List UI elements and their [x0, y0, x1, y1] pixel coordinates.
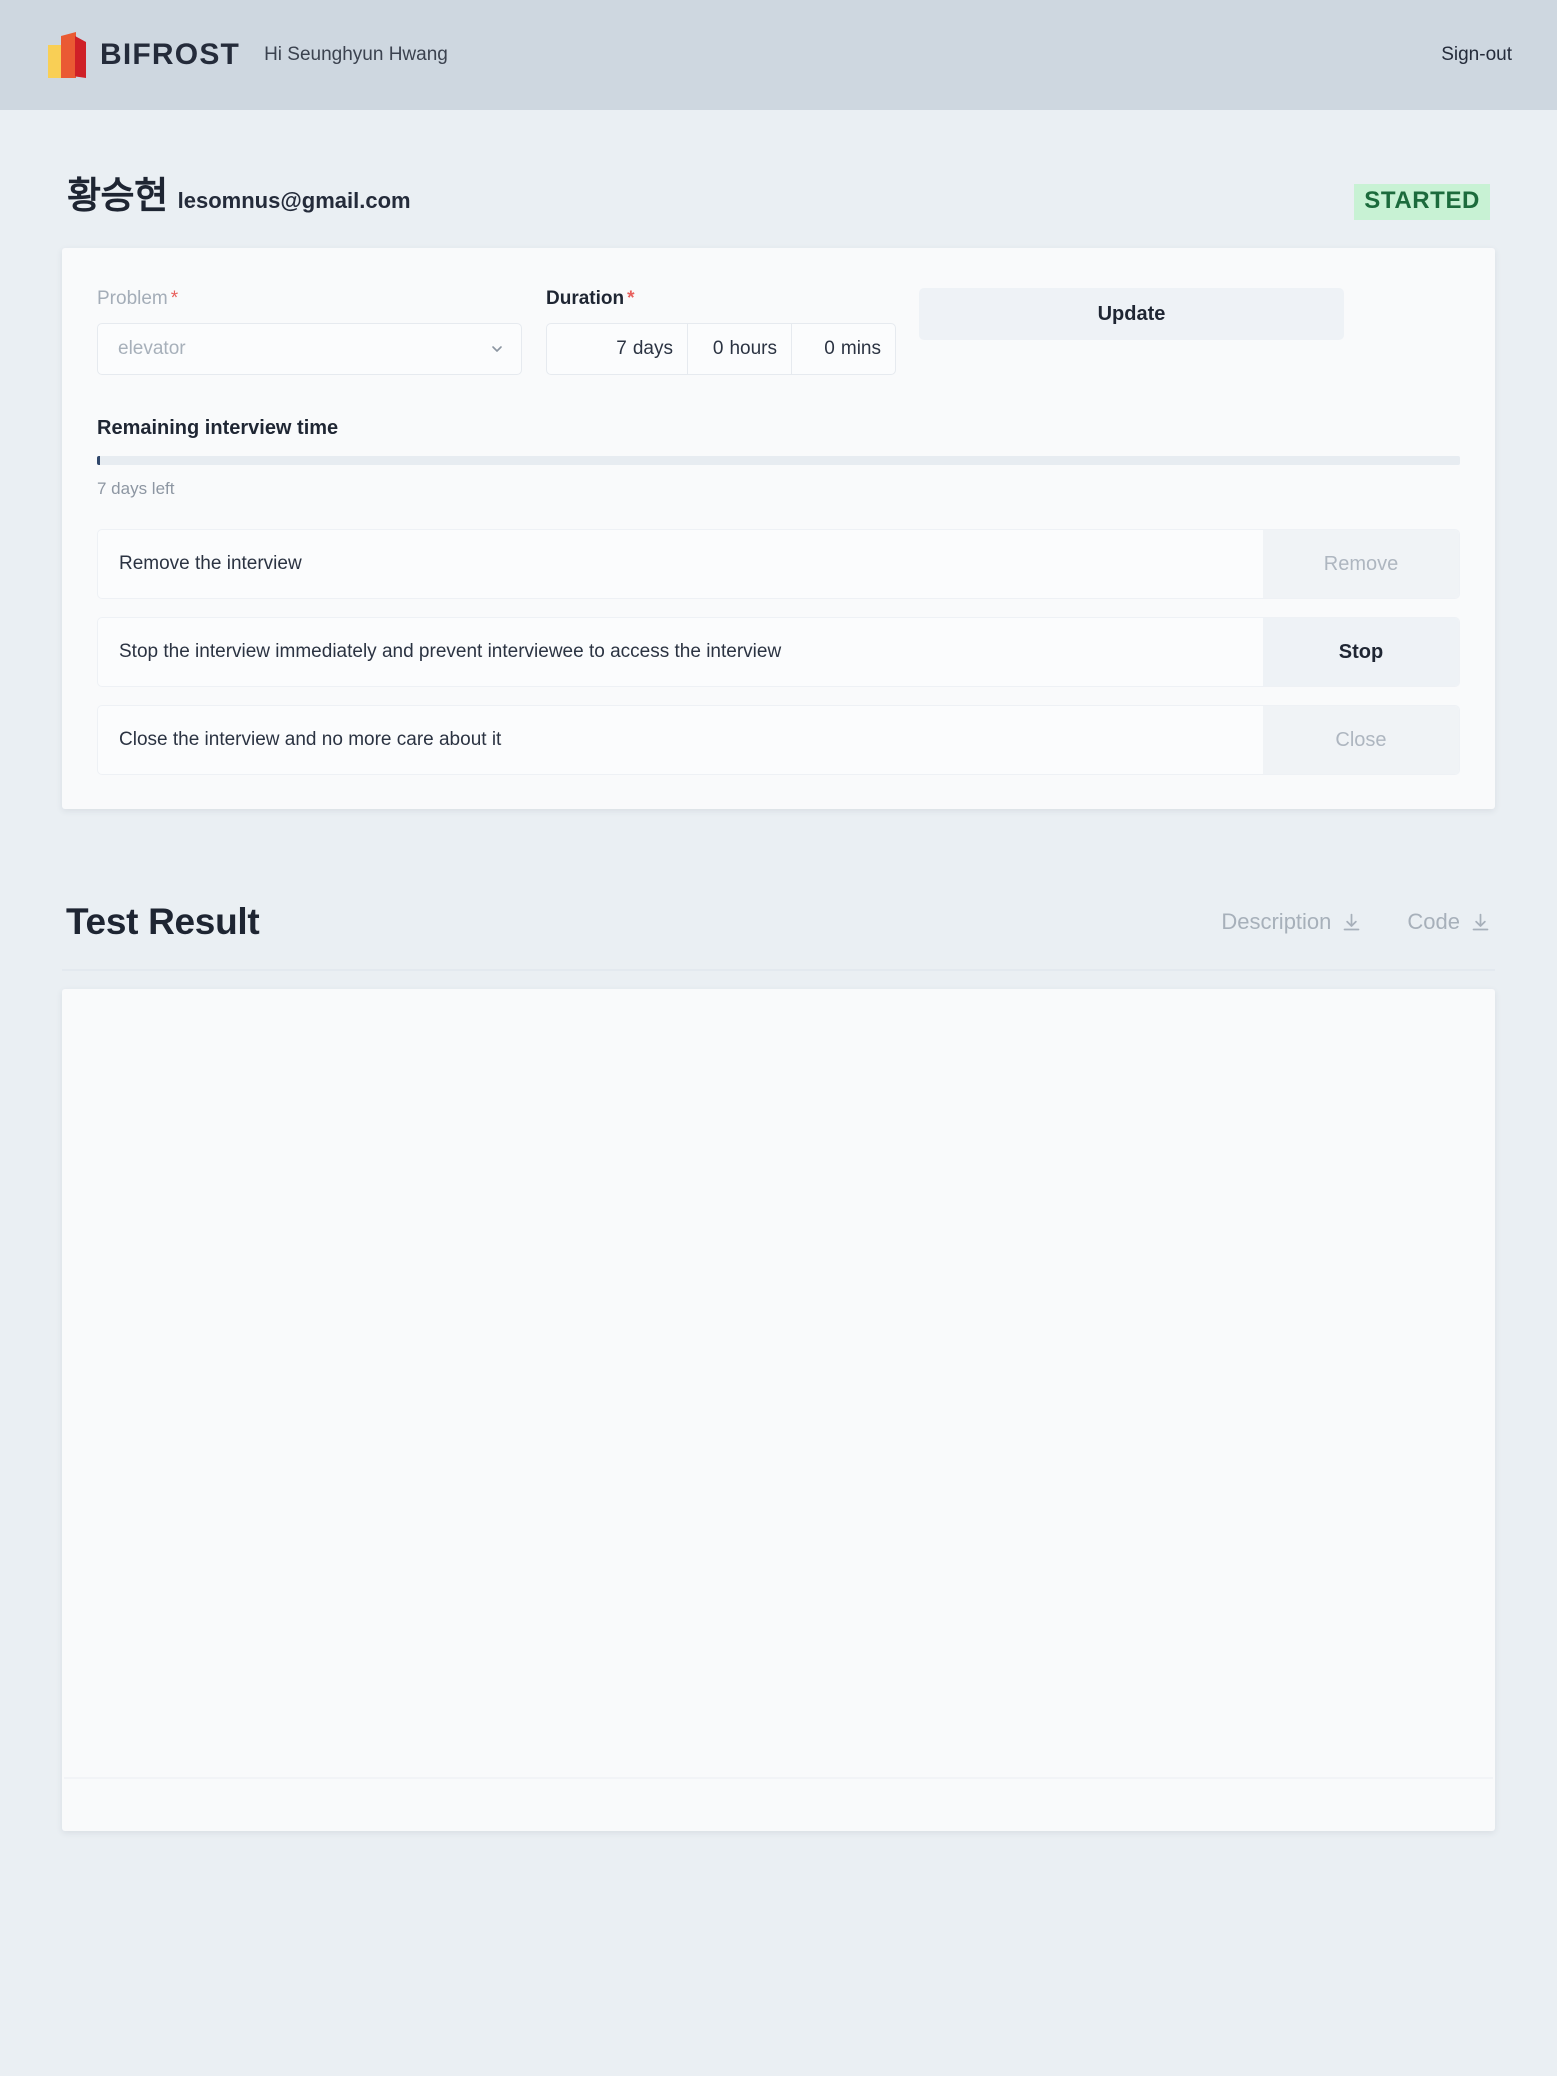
- duration-days-input[interactable]: 7 days: [547, 324, 687, 374]
- problem-required-mark: *: [170, 288, 179, 309]
- chevron-down-icon: [492, 346, 502, 352]
- interviewee-identity: 황승현 lesomnus@gmail.com STARTED: [62, 110, 1495, 220]
- user-greeting: Hi Seunghyun Hwang: [264, 44, 448, 65]
- problem-label: Problem *: [97, 288, 179, 309]
- stop-button[interactable]: Stop: [1263, 618, 1459, 686]
- download-code-label: Code: [1407, 909, 1460, 934]
- test-result-panel: [62, 989, 1495, 1831]
- download-description-link[interactable]: Description: [1221, 909, 1362, 935]
- download-code-link[interactable]: Code: [1407, 909, 1491, 935]
- duration-mins-input[interactable]: 0 mins: [791, 324, 895, 374]
- interviewee-name: 황승현: [67, 175, 168, 216]
- duration-hours-input[interactable]: 0 hours: [687, 324, 791, 374]
- action-row-close: Close the interview and no more care abo…: [97, 705, 1460, 775]
- test-result-title: Test Result: [66, 901, 260, 942]
- status-badge: STARTED: [1354, 184, 1490, 220]
- duration-required-mark: *: [627, 288, 635, 309]
- download-icon: [1344, 913, 1360, 930]
- duration-mins-unit: mins: [840, 338, 881, 359]
- remaining-time-progress-fill: [97, 456, 100, 465]
- problem-select[interactable]: elevator: [97, 323, 522, 375]
- interviewee-email: lesomnus@gmail.com: [177, 188, 411, 213]
- bifrost-logo-icon: [48, 32, 86, 78]
- brand-name: BIFROST: [100, 38, 241, 71]
- brand-logo[interactable]: BIFROST: [48, 32, 240, 78]
- duration-mins-value: 0: [824, 338, 835, 359]
- problem-field-group: Problem * elevator: [97, 288, 522, 375]
- action-remove-text: Remove the interview: [119, 553, 302, 574]
- remaining-time-note: 7 days left: [97, 479, 175, 498]
- interview-actions-list: Remove the interview Remove Stop the int…: [97, 529, 1460, 775]
- sign-out-button[interactable]: Sign-out: [1441, 44, 1512, 66]
- duration-field-group: Duration * 7 days 0 hours 0 mins: [546, 288, 896, 375]
- duration-hours-value: 0: [712, 338, 724, 359]
- duration-days-value: 7: [616, 338, 627, 359]
- duration-days-unit: days: [632, 338, 673, 359]
- remaining-time-title: Remaining interview time: [97, 417, 339, 439]
- page-content: 황승현 lesomnus@gmail.com STARTED Problem * …: [0, 110, 1557, 1831]
- problem-select-value: elevator: [118, 338, 186, 359]
- remove-button[interactable]: Remove: [1263, 530, 1459, 598]
- download-description-label: Description: [1221, 909, 1332, 934]
- top-navigation-bar: BIFROST Hi Seunghyun Hwang Sign-out: [0, 0, 1557, 110]
- duration-input-group: 7 days 0 hours 0 mins: [546, 323, 896, 375]
- test-result-download-links: Description Code: [1221, 909, 1491, 943]
- close-button[interactable]: Close: [1263, 706, 1459, 774]
- interview-settings-card: Problem * elevator Duration * 7 days 0 hours: [62, 248, 1495, 809]
- duration-hours-unit: hours: [729, 338, 777, 359]
- duration-label: Duration *: [546, 288, 635, 309]
- interview-form-row: Problem * elevator Duration * 7 days 0 hours: [97, 288, 1460, 375]
- action-close-text: Close the interview and no more care abo…: [119, 729, 502, 750]
- test-result-inner-divider: [64, 1777, 1493, 1779]
- update-button[interactable]: Update: [919, 288, 1344, 340]
- download-icon: [1472, 913, 1489, 930]
- action-row-remove: Remove the interview Remove: [97, 529, 1460, 599]
- test-result-header: Test Result Description Code: [62, 901, 1495, 943]
- remaining-time-progress-bar: [97, 456, 1460, 465]
- action-stop-text: Stop the interview immediately and preve…: [119, 641, 782, 662]
- action-row-stop: Stop the interview immediately and preve…: [97, 617, 1460, 687]
- test-result-divider: [62, 969, 1495, 971]
